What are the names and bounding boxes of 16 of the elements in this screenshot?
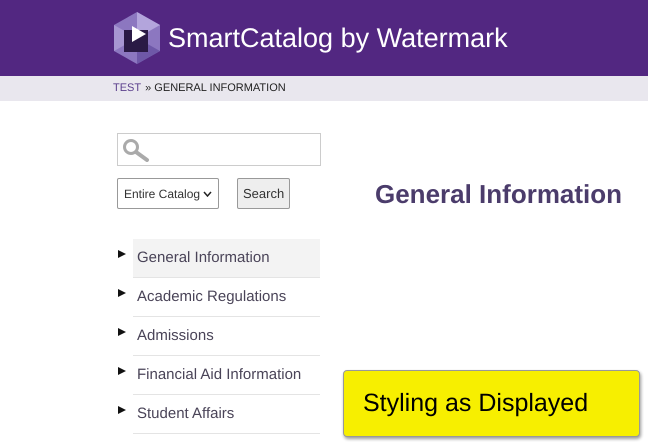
breadcrumb-text: » GENERAL INFORMATION	[145, 81, 286, 96]
bullet-arrow-icon	[118, 367, 126, 375]
logo-icon	[112, 12, 162, 64]
bullet-arrow-icon	[118, 289, 126, 297]
nav-link[interactable]: General Information	[133, 239, 320, 278]
styling-label: Styling as Displayed	[343, 370, 640, 437]
search-icon	[122, 138, 150, 162]
search-button[interactable]: Search	[237, 178, 290, 209]
page-heading: General Information	[375, 178, 622, 211]
breadcrumb-link[interactable]: TEST	[113, 80, 142, 97]
chevron-icon	[203, 190, 212, 196]
search-field[interactable]	[117, 133, 321, 166]
scope-dropdown[interactable]: Entire Catalog	[117, 178, 219, 209]
bullet-arrow-icon	[118, 250, 126, 258]
bullet-arrow-icon	[118, 406, 126, 414]
bullet-arrow-icon	[118, 328, 126, 336]
